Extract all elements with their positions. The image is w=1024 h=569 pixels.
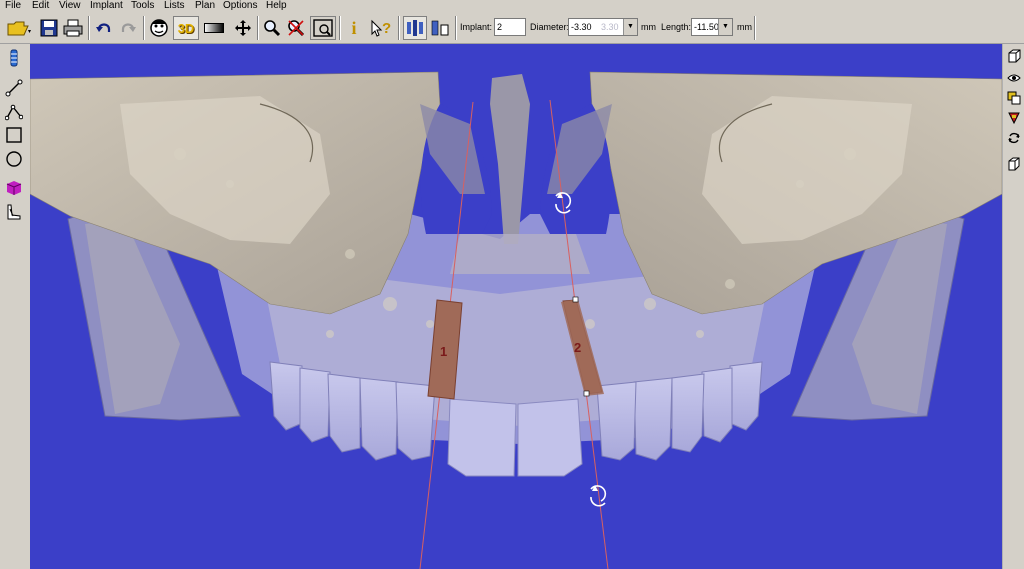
info-icon: i: [351, 17, 357, 38]
info-button[interactable]: i: [343, 16, 365, 40]
toolbar-separator: [257, 16, 259, 40]
zoom-reset-button[interactable]: [285, 16, 307, 40]
cube-outline-icon: [1008, 49, 1021, 63]
box-icon: [1008, 157, 1020, 171]
undo-arrow-icon: [96, 23, 111, 32]
layers-button[interactable]: [1005, 88, 1023, 108]
diameter-label: Diameter:: [530, 22, 570, 32]
undo-button[interactable]: [93, 16, 115, 40]
toolbar-separator: [455, 16, 457, 40]
box-view-button[interactable]: [1005, 154, 1023, 174]
menu-lists[interactable]: Lists: [164, 0, 185, 12]
context-help-button[interactable]: ?: [369, 16, 393, 40]
rectangle-icon: [6, 127, 22, 143]
toolbar-separator: [398, 16, 400, 40]
pan-button[interactable]: [232, 16, 254, 40]
implant-handle[interactable]: [583, 390, 590, 397]
implant-split-icon: [431, 20, 449, 36]
cube-icon: [6, 181, 22, 195]
jaw-outline-icon: [7, 204, 21, 220]
implant-number-field[interactable]: 2: [494, 18, 526, 36]
implant-2-label: 2: [574, 340, 581, 355]
floppy-disk-icon: [40, 19, 58, 37]
main-toolbar: 3D i ? Implant: 2 Diameter: -3.30 3.30 ▼…: [0, 13, 1024, 44]
menu-plan[interactable]: Plan: [195, 0, 215, 12]
implant-panel-button[interactable]: [403, 16, 427, 40]
menu-view[interactable]: View: [59, 0, 81, 12]
ellipse-tool-button[interactable]: [3, 148, 25, 170]
menu-options[interactable]: Options: [223, 0, 257, 12]
volume-tool-button[interactable]: [3, 177, 25, 199]
contrast-button[interactable]: [202, 16, 226, 40]
menu-tools[interactable]: Tools: [131, 0, 154, 12]
face-view-button[interactable]: [148, 16, 170, 40]
gradient-bar-icon: [204, 23, 224, 33]
visibility-button[interactable]: [1005, 68, 1023, 88]
zoom-button[interactable]: [261, 16, 283, 40]
chevron-down-icon[interactable]: ▼: [718, 19, 732, 35]
implant-detail-button[interactable]: [428, 16, 452, 40]
color-button[interactable]: [1005, 108, 1023, 128]
menu-implant[interactable]: Implant: [90, 0, 123, 12]
implant-1-label: 1: [440, 344, 447, 359]
toolbar-separator: [143, 16, 145, 40]
redo-arrow-icon: [121, 23, 136, 32]
menu-edit[interactable]: Edit: [32, 0, 49, 12]
menu-help[interactable]: Help: [266, 0, 287, 12]
face-icon: [150, 19, 168, 37]
length-label: Length:: [661, 22, 692, 32]
zoom-window-button[interactable]: [310, 16, 336, 40]
implant-label: Implant:: [460, 22, 493, 32]
magnifier-cross-icon: [288, 20, 305, 37]
length-unit: mm: [737, 22, 752, 32]
circle-icon: [6, 151, 22, 167]
3d-viewport[interactable]: 1 2: [30, 44, 1002, 569]
left-tool-palette: [0, 44, 28, 569]
toolbar-separator: [754, 16, 756, 40]
magnifier-icon: [264, 20, 281, 37]
implant-tool-button[interactable]: [3, 48, 25, 70]
menu-file[interactable]: File: [5, 0, 21, 12]
3d-label: 3D: [177, 20, 195, 36]
skull-3d-render: 1 2: [30, 71, 1002, 569]
move-arrows-icon: [235, 20, 251, 36]
3d-view-button[interactable]: 3D: [173, 16, 199, 40]
diameter-value: -3.30: [571, 22, 592, 32]
help-pointer-icon: ?: [371, 19, 391, 37]
line-measure-button[interactable]: [3, 77, 25, 99]
rectangle-tool-button[interactable]: [3, 124, 25, 146]
implant-screw-icon: [10, 49, 18, 67]
polyline-icon: [5, 104, 23, 121]
nerve-tool-button[interactable]: [3, 201, 25, 223]
diameter-ghost-value: 3.30: [601, 22, 619, 32]
right-tool-palette: [1002, 44, 1024, 569]
view-cube-button[interactable]: [1005, 46, 1023, 66]
eye-layers-icon: [1007, 74, 1021, 82]
svg-text:?: ?: [382, 20, 391, 37]
angle-measure-button[interactable]: [3, 101, 25, 123]
print-button[interactable]: [62, 16, 84, 40]
length-value: -11.50: [694, 22, 719, 32]
line-measure-icon: [5, 79, 23, 97]
layers-icon: [1007, 91, 1021, 105]
redo-button[interactable]: [117, 16, 139, 40]
diameter-select[interactable]: -3.30 3.30 ▼: [568, 18, 638, 36]
rotate-icon: [1008, 132, 1020, 144]
save-button[interactable]: [38, 16, 60, 40]
printer-icon: [63, 19, 83, 37]
chevron-down-icon[interactable]: ▼: [623, 19, 637, 35]
menu-bar: File Edit View Implant Tools Lists Plan …: [0, 0, 1024, 13]
folder-icon: [7, 21, 31, 36]
toolbar-separator: [339, 16, 341, 40]
implant-columns-icon: [407, 20, 423, 36]
toolbar-separator: [88, 16, 90, 40]
palette-icon: [1008, 112, 1020, 125]
rotate-view-button[interactable]: [1005, 128, 1023, 148]
length-select[interactable]: -11.50 ▼: [691, 18, 733, 36]
zoom-window-icon: [313, 19, 333, 37]
diameter-unit: mm: [641, 22, 656, 32]
open-folder-button[interactable]: [4, 16, 34, 40]
implant-handle[interactable]: [572, 296, 579, 303]
